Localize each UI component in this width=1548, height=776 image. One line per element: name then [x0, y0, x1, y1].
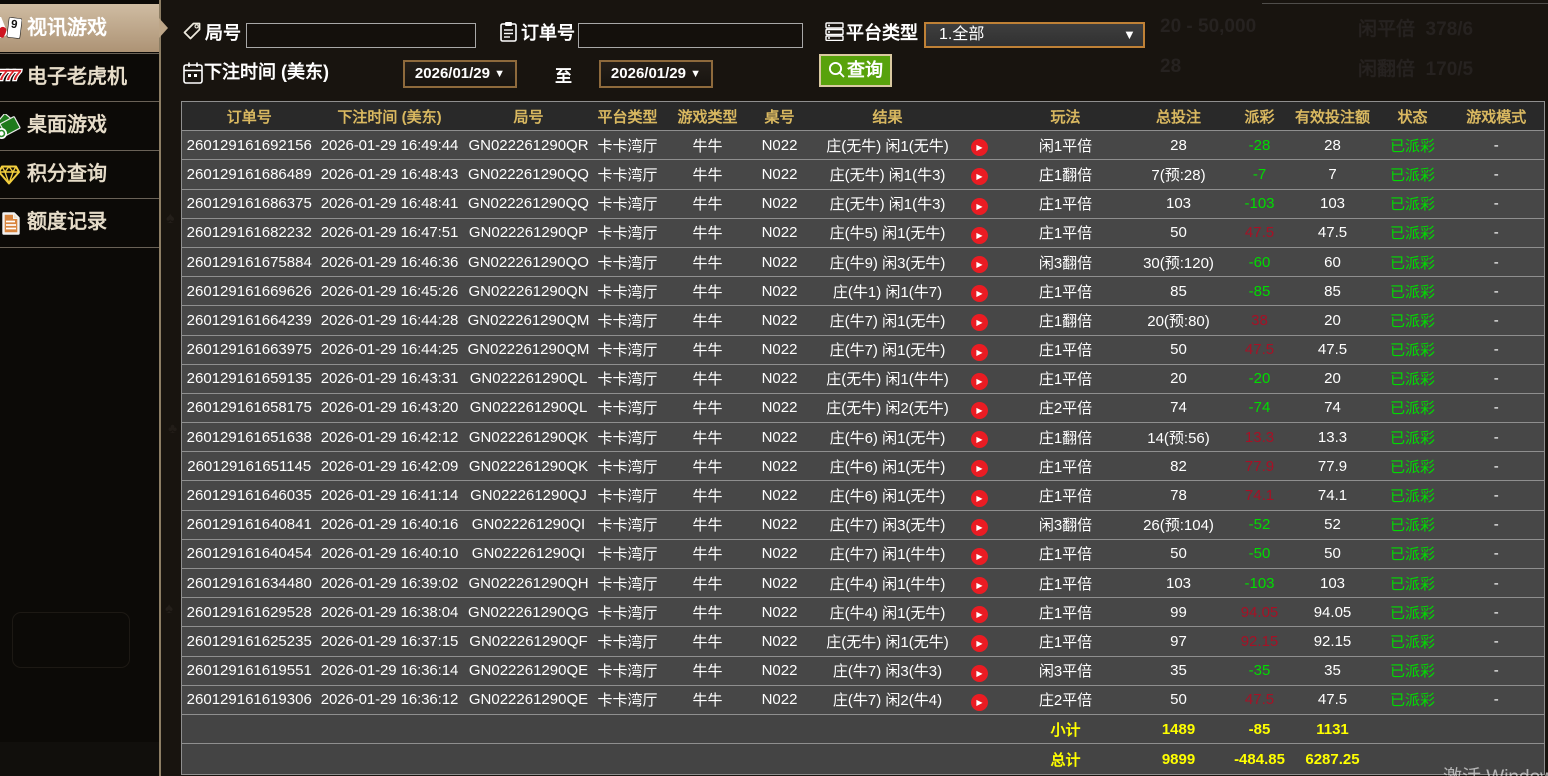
- svg-text:777: 777: [0, 67, 21, 84]
